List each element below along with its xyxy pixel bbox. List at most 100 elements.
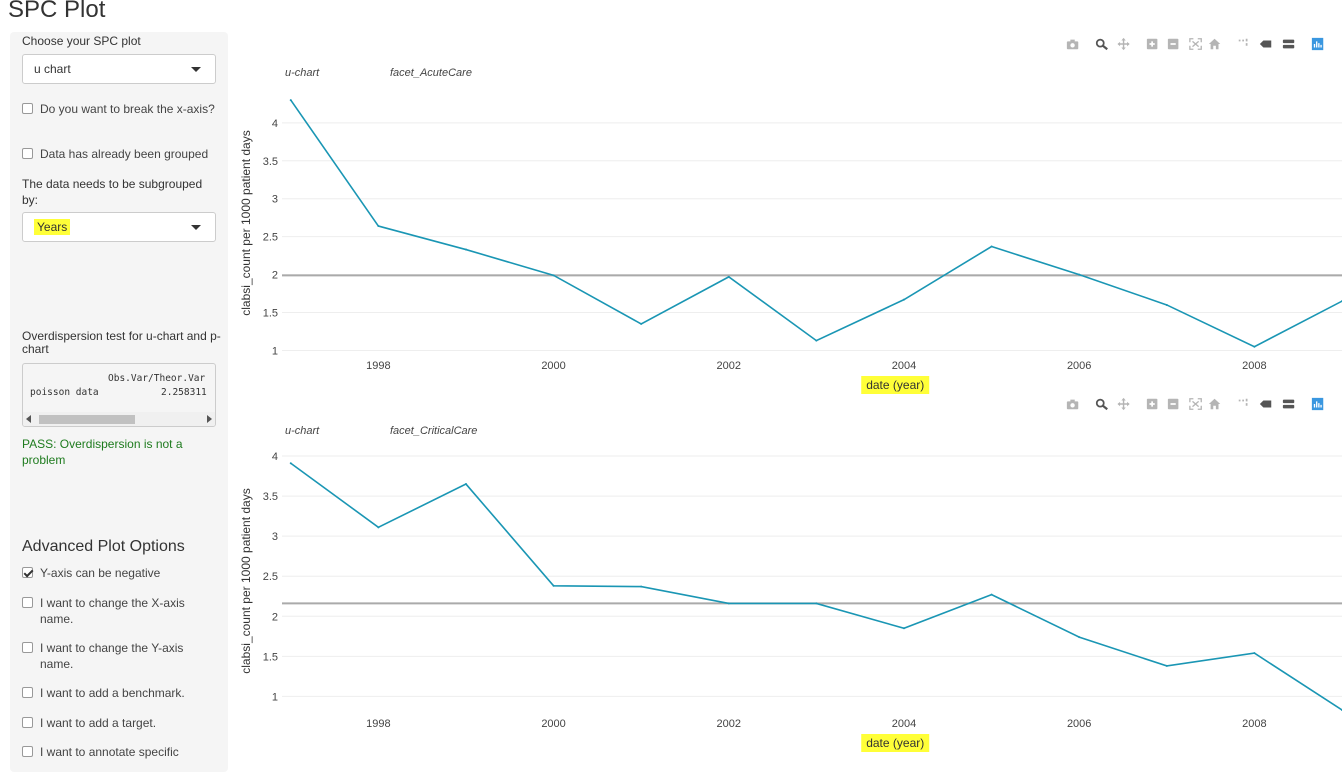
y-axis-title: clabsi_count per 1000 patient days	[239, 130, 253, 315]
option-x-axis-name[interactable]: I want to change the X-axis name.	[22, 595, 198, 627]
data-series-line	[290, 99, 1342, 348]
data-point	[902, 627, 905, 630]
data-point	[377, 526, 380, 529]
y-tick-label: 1.5	[263, 308, 278, 320]
data-point	[464, 248, 467, 251]
option-y-negative[interactable]: Y-axis can be negative	[22, 565, 218, 581]
x-tick-label: 2002	[717, 360, 741, 372]
y-axis-title: clabsi_count per 1000 patient days	[239, 488, 253, 673]
option-target[interactable]: I want to add a target.	[22, 715, 218, 731]
y-tick-label: 4	[272, 451, 278, 463]
option-label: I want to add a benchmark.	[40, 686, 185, 700]
x-tick-label: 2006	[1067, 360, 1091, 372]
option-label: I want to add a target.	[40, 716, 157, 730]
y-tick-label: 1	[272, 345, 278, 357]
data-point	[289, 462, 292, 465]
x-tick-label: 1998	[366, 360, 390, 372]
x-tick-label: 2004	[892, 360, 916, 372]
data-point	[815, 339, 818, 342]
data-point	[990, 245, 993, 248]
x-tick-label: 2000	[541, 360, 565, 372]
y-tick-label: 2	[272, 270, 278, 282]
chevron-down-icon	[191, 225, 201, 230]
output-row-value: 2.258311	[161, 387, 207, 398]
data-point	[1253, 345, 1256, 348]
data-point	[815, 602, 818, 605]
y-tick-label: 2.5	[263, 232, 278, 244]
subgroup-value: Years	[34, 219, 71, 235]
data-point	[727, 602, 730, 605]
data-point	[464, 483, 467, 486]
checkbox-label: Data has already been grouped	[40, 147, 209, 161]
data-point	[552, 584, 555, 587]
checkbox-label: Do you want to break the x-axis?	[40, 102, 215, 116]
break-x-axis-checkbox[interactable]: Do you want to break the x-axis?	[22, 101, 218, 117]
scroll-right-icon[interactable]	[207, 415, 212, 423]
option-label: Y-axis can be negative	[40, 566, 161, 580]
scroll-left-icon[interactable]	[26, 415, 31, 423]
data-point	[1253, 652, 1256, 655]
option-y-axis-name[interactable]: I want to change the Y-axis name.	[22, 640, 198, 672]
subgroup-label: The data needs to be subgrouped by:	[22, 177, 203, 207]
x-tick-label: 2000	[541, 718, 565, 730]
data-point	[1078, 273, 1081, 276]
data-point	[1165, 303, 1168, 306]
acute-care-chart[interactable]: 1 1.5 2 2.5 3 3.5 4 1998 2000 2002 2004 2006 2008 u-c…	[230, 32, 1342, 394]
overdispersion-pass-message: PASS: Overdispersion is not a problem	[22, 437, 183, 467]
plot-select-label: Choose your SPC plot	[22, 34, 141, 48]
data-series-line	[290, 462, 1342, 711]
scrollbar-thumb[interactable]	[39, 415, 135, 424]
y-tick-label: 3.5	[263, 491, 278, 503]
checkbox-box[interactable]	[22, 717, 33, 728]
plot-type-select[interactable]: u chart	[22, 54, 216, 84]
overdispersion-title: Overdispersion test for u-chart and p-ch…	[22, 329, 221, 356]
already-grouped-checkbox[interactable]: Data has already been grouped	[22, 146, 218, 162]
x-tick-label: 2008	[1242, 360, 1266, 372]
x-tick-label: 2002	[717, 718, 741, 730]
overdispersion-output: Obs.Var/Theor.Var poisson data 2.258311	[22, 363, 216, 427]
option-benchmark[interactable]: I want to add a benchmark.	[22, 685, 218, 701]
chart-type-label: u-chart	[285, 425, 320, 437]
data-point	[1078, 636, 1081, 639]
data-point	[727, 275, 730, 278]
y-tick-label: 3	[272, 194, 278, 206]
y-tick-label: 4	[272, 118, 278, 130]
data-point	[377, 225, 380, 228]
checkbox-box[interactable]	[22, 597, 33, 608]
chevron-down-icon	[191, 67, 201, 72]
output-row-label: poisson data	[30, 387, 99, 398]
y-tick-label: 2.5	[263, 571, 278, 583]
facet-label: facet_AcuteCare	[390, 67, 472, 79]
checkbox-box[interactable]	[22, 642, 33, 653]
data-point	[902, 298, 905, 301]
advanced-options-title: Advanced Plot Options	[22, 538, 185, 555]
y-tick-label: 2	[272, 611, 278, 623]
checkbox-box[interactable]	[22, 687, 33, 698]
subgroup-select[interactable]: Years	[22, 212, 216, 242]
data-point	[289, 99, 292, 102]
data-point	[640, 585, 643, 588]
output-header: Obs.Var/Theor.Var	[108, 373, 206, 384]
x-tick-label: 2006	[1067, 718, 1091, 730]
x-axis-title: date (year)	[866, 736, 924, 750]
chart-type-label: u-chart	[285, 67, 320, 79]
y-tick-label: 3.5	[263, 156, 278, 168]
data-point	[990, 593, 993, 596]
page-title: SPC Plot	[8, 0, 106, 23]
checkbox-box[interactable]	[22, 567, 33, 578]
y-tick-label: 1	[272, 691, 278, 703]
horizontal-scrollbar[interactable]	[23, 412, 215, 426]
option-label: I want to change the X-axis name.	[40, 596, 185, 626]
checkbox-box[interactable]	[22, 148, 33, 159]
critical-care-chart[interactable]: 1 1.5 2 2.5 3 3.5 4 1998 2000 2002 2004 2006 2008 u-c…	[230, 390, 1342, 758]
checkbox-box[interactable]	[22, 746, 33, 757]
y-tick-label: 1.5	[263, 651, 278, 663]
facet-label: facet_CriticalCare	[390, 425, 477, 437]
data-point	[640, 322, 643, 325]
x-tick-label: 2008	[1242, 718, 1266, 730]
x-tick-label: 1998	[366, 718, 390, 730]
plot-type-value: u chart	[34, 62, 71, 76]
x-tick-label: 2004	[892, 718, 916, 730]
data-point	[1165, 664, 1168, 667]
checkbox-box[interactable]	[22, 103, 33, 114]
